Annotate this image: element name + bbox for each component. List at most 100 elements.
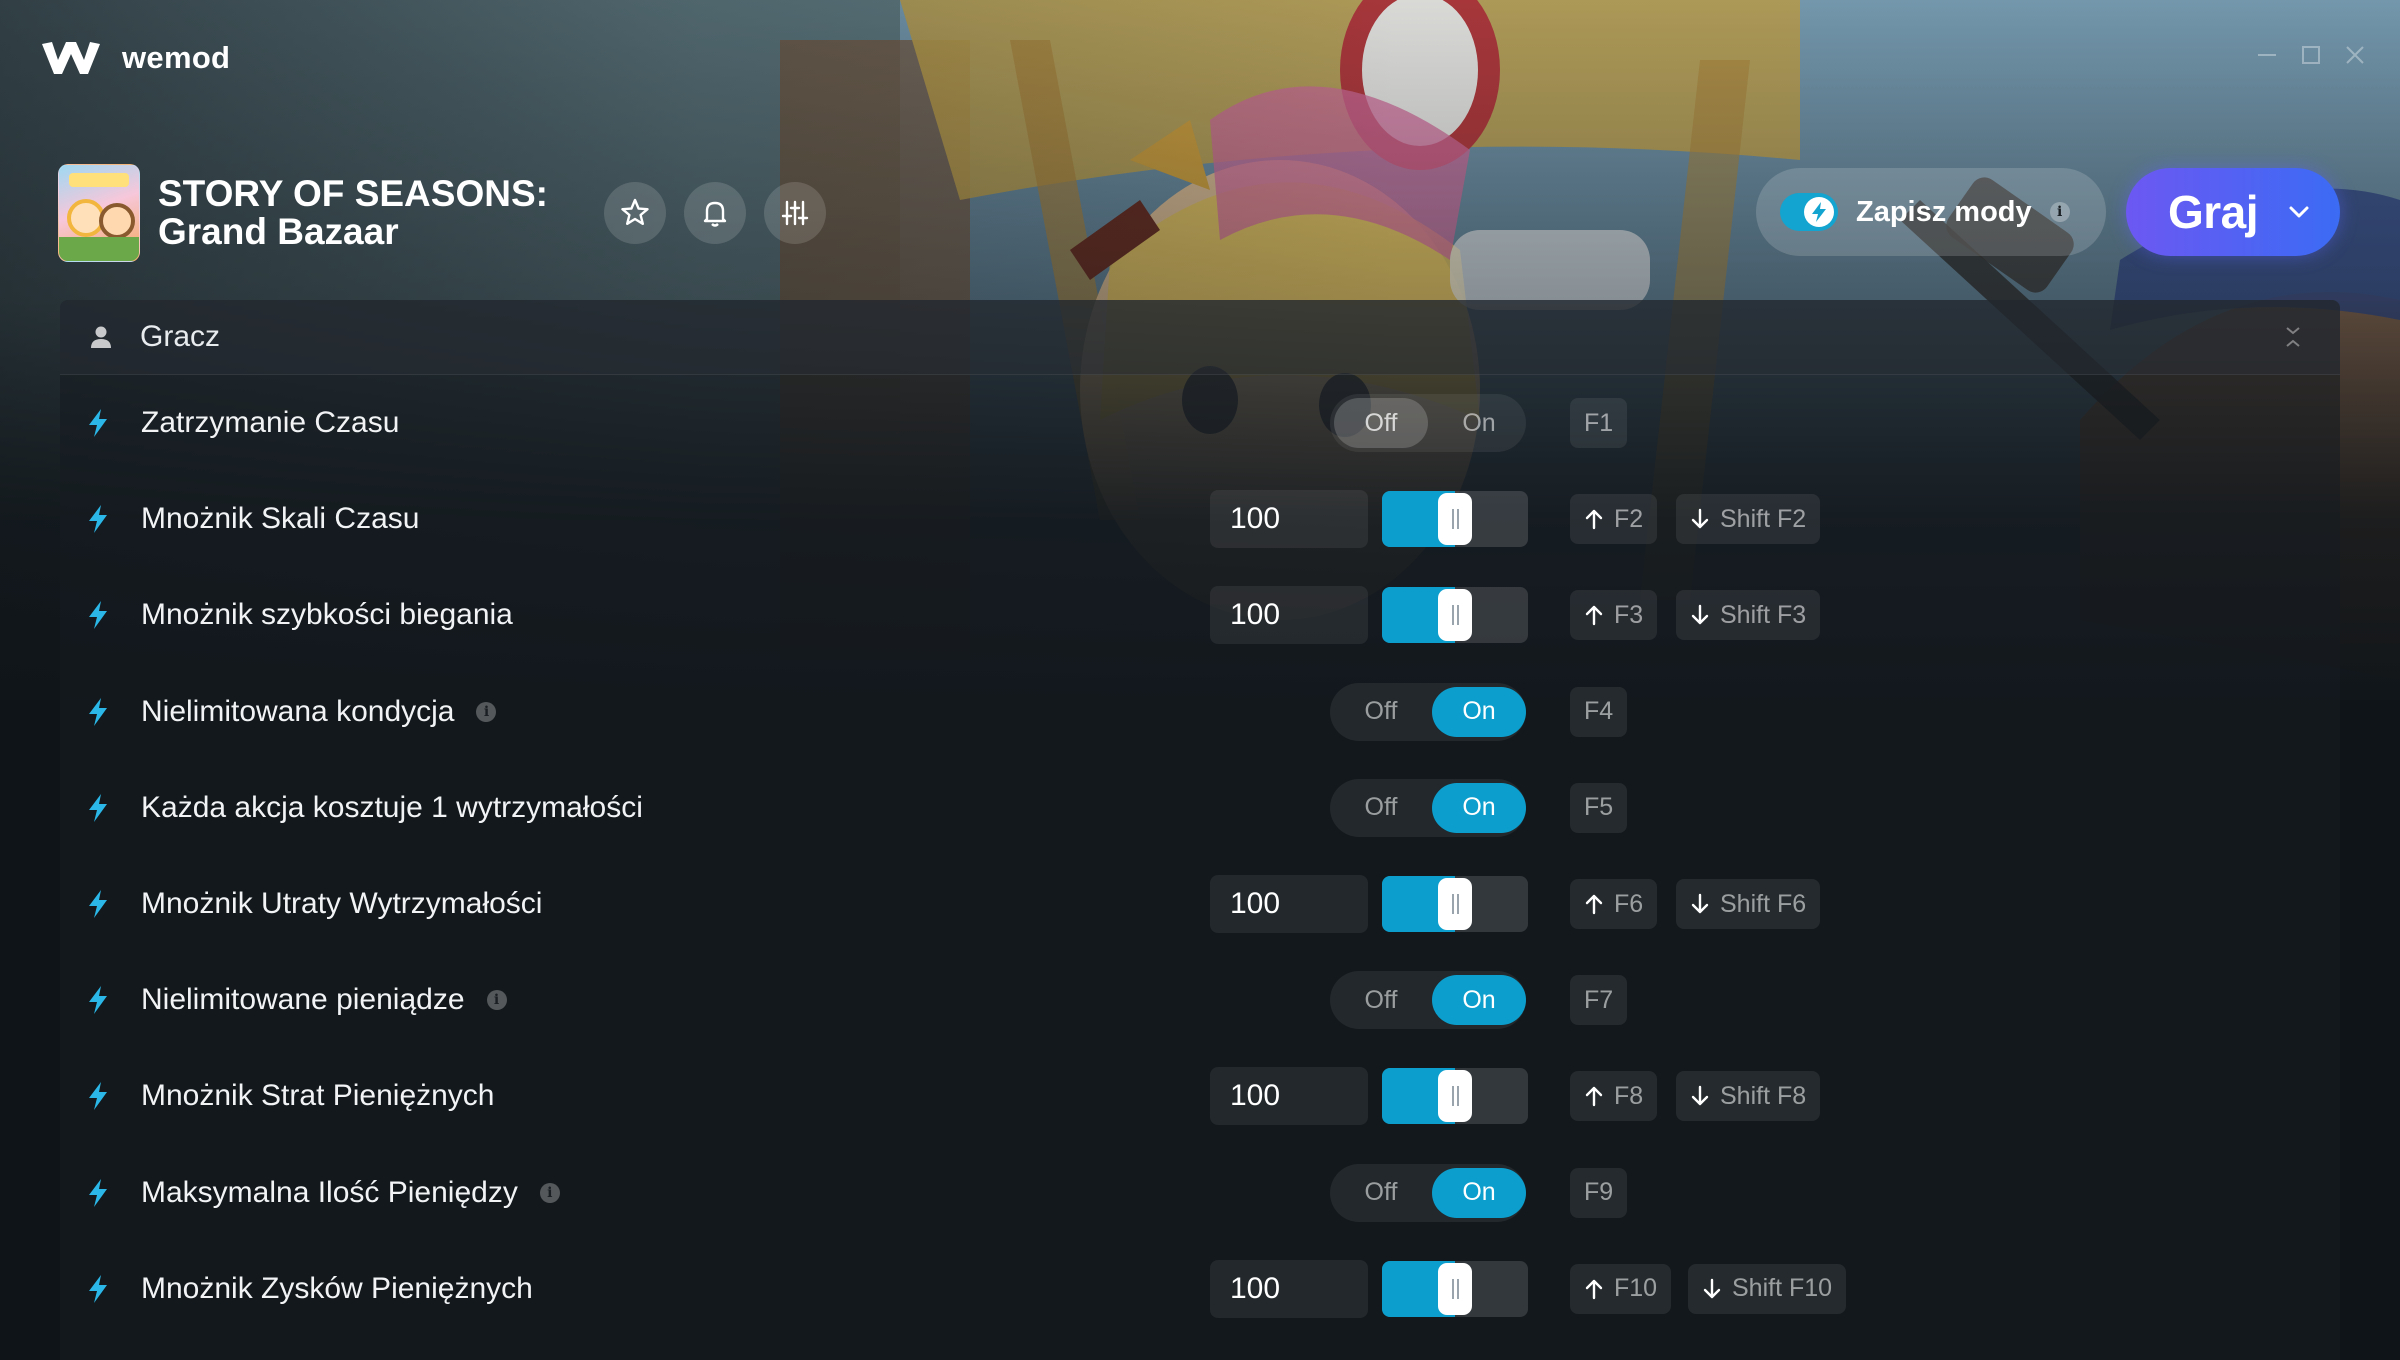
wemod-logo-icon — [42, 42, 100, 74]
lightning-icon — [89, 697, 107, 726]
arrow-up-icon — [1585, 606, 1603, 626]
mod-value-input[interactable]: 100 — [1210, 1067, 1368, 1126]
hotkey-label: F10 — [1614, 1274, 1658, 1303]
mod-slider[interactable] — [1382, 491, 1528, 548]
toggle-on-option[interactable]: On — [1432, 686, 1526, 737]
lightning-icon — [89, 986, 107, 1015]
mod-slider[interactable] — [1382, 587, 1528, 644]
bell-icon — [703, 201, 727, 227]
game-header: STORY OF SEASONS: Grand Bazaar — [58, 164, 826, 262]
hotkey-badge[interactable]: F1 — [1570, 398, 1628, 449]
mod-row: Mnożnik Strat Pieniężnych 100 F8 Shift F8 — [60, 1048, 2340, 1144]
mod-label-text: Zatrzymanie Czasu — [141, 406, 400, 440]
info-icon[interactable]: i — [476, 701, 497, 722]
mod-label-text: Nielimitowana kondycja — [141, 694, 455, 728]
save-mods-label: Zapisz mody — [1856, 195, 2032, 228]
mod-label: Zatrzymanie Czasu — [141, 406, 399, 440]
toggle-on-option[interactable]: On — [1432, 782, 1526, 833]
slider-thumb[interactable] — [1438, 493, 1472, 546]
mod-slider[interactable] — [1382, 876, 1528, 933]
hotkey-decrease[interactable]: Shift F10 — [1688, 1263, 1847, 1314]
lightning-icon — [89, 505, 107, 534]
hotkey-label: F8 — [1614, 1081, 1644, 1110]
toggle-off-option[interactable]: Off — [1334, 975, 1428, 1025]
game-title-line-2: Grand Bazaar — [158, 211, 399, 252]
hotkey-badge[interactable]: F7 — [1570, 975, 1628, 1026]
game-title-line-1: STORY OF SEASONS: — [158, 173, 548, 214]
mod-value-input[interactable]: 100 — [1210, 586, 1368, 645]
mod-label: Mnożnik Skali Czasu — [141, 502, 419, 536]
mod-label: Mnożnik szybkości biegania — [141, 598, 513, 632]
toggle-on-option[interactable]: On — [1432, 1167, 1526, 1218]
mod-label-text: Każda akcja kosztuje 1 wytrzymałości — [141, 790, 643, 824]
game-settings-button[interactable] — [763, 182, 826, 244]
toggle-off-option[interactable]: Off — [1334, 687, 1428, 737]
save-mods-toggle[interactable] — [1780, 193, 1838, 231]
info-icon[interactable]: i — [486, 990, 507, 1011]
mod-toggle[interactable]: Off On — [1330, 1163, 1526, 1222]
mod-label-text: Mnożnik Utraty Wytrzymałości — [141, 887, 543, 921]
hotkey-increase[interactable]: F2 — [1570, 494, 1658, 545]
hotkey-label: F7 — [1584, 985, 1614, 1014]
save-mods-control[interactable]: Zapisz mody i — [1756, 168, 2106, 256]
mod-slider[interactable] — [1382, 1068, 1528, 1125]
hotkey-badge[interactable]: F9 — [1570, 1167, 1628, 1218]
lightning-icon — [1812, 202, 1826, 222]
mod-label-text: Nielimitowane pieniądze — [141, 983, 465, 1017]
mod-value-input[interactable]: 100 — [1210, 490, 1368, 549]
lightning-icon — [89, 890, 107, 919]
mod-toggle[interactable]: Off On — [1330, 394, 1526, 453]
arrow-up-icon — [1585, 1087, 1603, 1107]
user-icon — [91, 326, 111, 348]
category-header[interactable]: Gracz — [60, 300, 2340, 375]
toggle-on-option[interactable]: On — [1432, 398, 1526, 448]
save-mods-info-icon[interactable]: i — [2049, 202, 2070, 222]
mod-label-text: Mnożnik szybkości biegania — [141, 598, 513, 632]
mod-slider[interactable] — [1382, 1260, 1528, 1317]
mod-toggle[interactable]: Off On — [1330, 682, 1526, 741]
play-button[interactable]: Graj — [2126, 168, 2340, 256]
slider-thumb[interactable] — [1438, 878, 1472, 931]
mod-label: Nielimitowana kondycja i — [141, 694, 497, 729]
hotkey-increase[interactable]: F10 — [1570, 1263, 1672, 1314]
hotkey-badge[interactable]: F4 — [1570, 686, 1628, 737]
favorite-button[interactable] — [603, 182, 666, 244]
hotkey-label: F4 — [1584, 697, 1614, 726]
mod-label-text: Mnożnik Strat Pieniężnych — [141, 1079, 495, 1113]
game-cover-image — [58, 164, 140, 262]
hotkey-increase[interactable]: F3 — [1570, 590, 1658, 641]
mod-value-input[interactable]: 100 — [1210, 875, 1368, 934]
hotkey-label: F1 — [1584, 408, 1614, 437]
slider-thumb[interactable] — [1438, 1070, 1472, 1123]
minimize-icon[interactable] — [2256, 44, 2278, 66]
hotkey-increase[interactable]: F8 — [1570, 1071, 1658, 1122]
slider-thumb[interactable] — [1438, 1262, 1472, 1315]
hotkey-decrease[interactable]: Shift F2 — [1676, 494, 1821, 545]
slider-thumb[interactable] — [1438, 589, 1472, 642]
hotkey-decrease[interactable]: Shift F6 — [1676, 879, 1821, 930]
info-icon[interactable]: i — [539, 1182, 560, 1203]
mod-row: Zatrzymanie Czasu Off On F1 — [60, 375, 2340, 471]
wemod-logo[interactable]: wemod — [40, 38, 230, 78]
hotkey-label: Shift F3 — [1720, 600, 1807, 629]
mod-toggle[interactable]: Off On — [1330, 778, 1526, 837]
collapse-icon[interactable] — [2280, 324, 2306, 350]
toggle-on-option[interactable]: On — [1432, 975, 1526, 1026]
notifications-button[interactable] — [683, 182, 746, 244]
mod-value-input[interactable]: 100 — [1210, 1259, 1368, 1318]
hotkey-decrease[interactable]: Shift F8 — [1676, 1071, 1821, 1122]
toggle-off-option[interactable]: Off — [1334, 398, 1428, 449]
close-icon[interactable] — [2344, 44, 2366, 66]
toggle-off-option[interactable]: Off — [1334, 1168, 1428, 1218]
mod-toggle[interactable]: Off On — [1330, 971, 1526, 1030]
hotkey-decrease[interactable]: Shift F3 — [1676, 590, 1821, 641]
maximize-icon[interactable] — [2300, 44, 2322, 66]
mod-row: Nielimitowana kondycja i Off On F4 — [60, 664, 2340, 760]
mod-row: Maksymalna Ilość Pieniędzy i Off On F9 — [60, 1145, 2340, 1241]
toggle-off-option[interactable]: Off — [1334, 783, 1428, 833]
mod-row: Mnożnik Skali Czasu 100 F2 Shift F2 — [60, 471, 2340, 567]
hotkey-badge[interactable]: F5 — [1570, 782, 1628, 833]
chevron-down-icon[interactable] — [2286, 199, 2312, 225]
mod-label: Każda akcja kosztuje 1 wytrzymałości — [141, 791, 643, 825]
hotkey-increase[interactable]: F6 — [1570, 879, 1658, 930]
